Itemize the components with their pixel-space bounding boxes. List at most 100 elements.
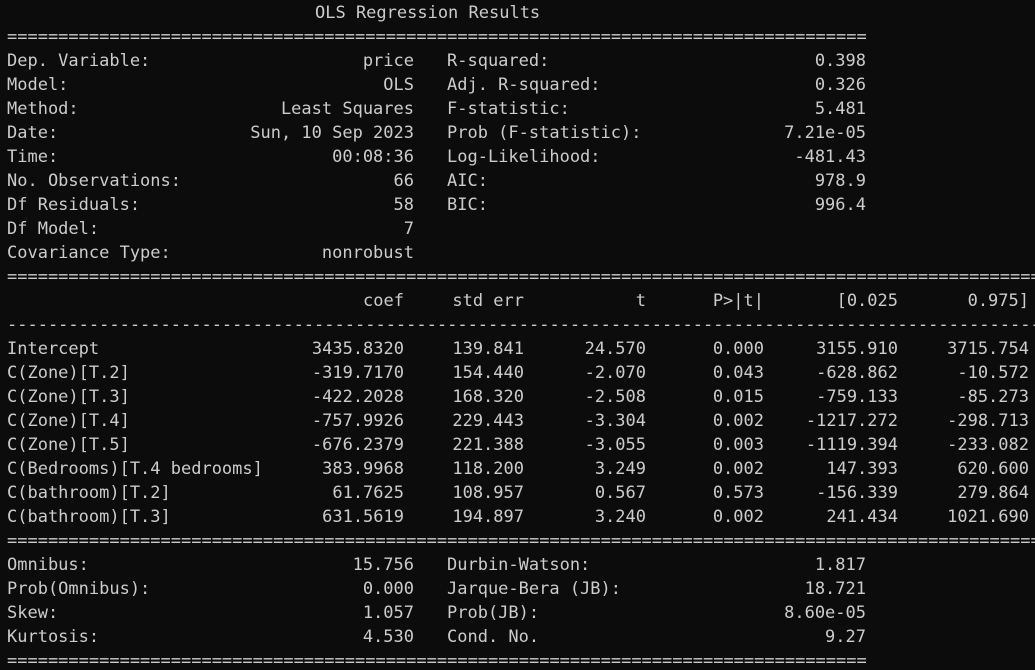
coef-row-cell: 279.864 bbox=[957, 483, 1029, 503]
coef-row-cell: -298.713 bbox=[947, 411, 1029, 431]
coef-column-header: [0.025 bbox=[836, 291, 898, 311]
coef-row-cell: 620.600 bbox=[957, 459, 1029, 479]
coef-row-cell: 0.002 bbox=[712, 411, 764, 431]
summary-right-value: 0.398 bbox=[814, 51, 866, 71]
summary-right-label: AIC: bbox=[447, 171, 488, 191]
summary-left-value: 58 bbox=[393, 195, 414, 215]
coef-row-cell: 3.249 bbox=[594, 459, 646, 479]
summary-left-value: price bbox=[362, 51, 414, 71]
diagnostic-left-value: 0.000 bbox=[362, 579, 414, 599]
double-rule-top: ========================================… bbox=[7, 27, 867, 47]
coef-row-cell: 24.570 bbox=[584, 339, 646, 359]
coef-row-cell: -676.2379 bbox=[311, 435, 404, 455]
coef-row-cell: -1119.394 bbox=[805, 435, 898, 455]
summary-left-value: OLS bbox=[383, 75, 414, 95]
coef-row-cell: -757.9926 bbox=[311, 411, 404, 431]
summary-left-label: Method: bbox=[7, 99, 79, 119]
coef-row-cell: 229.443 bbox=[452, 411, 524, 431]
coef-row-cell: -319.7170 bbox=[311, 363, 404, 383]
coef-row-cell: 0.003 bbox=[712, 435, 764, 455]
results-title: OLS Regression Results bbox=[315, 3, 541, 23]
coef-row-cell: 0.573 bbox=[712, 483, 764, 503]
coef-row-term: Intercept bbox=[7, 339, 100, 359]
coef-row-cell: 154.440 bbox=[452, 363, 524, 383]
coef-row-term: C(bathroom)[T.3] bbox=[7, 507, 171, 527]
coef-row-cell: 3.240 bbox=[594, 507, 646, 527]
coef-column-header: 0.975] bbox=[967, 291, 1029, 311]
coef-row-cell: 3715.754 bbox=[947, 339, 1029, 359]
coef-row-cell: -759.133 bbox=[816, 387, 898, 407]
summary-left-value: Sun, 10 Sep 2023 bbox=[250, 123, 414, 143]
double-rule-coef-bottom: ========================================… bbox=[7, 531, 1035, 551]
coef-column-header: t bbox=[635, 291, 646, 311]
summary-left-label: Dep. Variable: bbox=[7, 51, 151, 71]
diagnostic-left-label: Prob(Omnibus): bbox=[7, 579, 151, 599]
summary-left-value: 66 bbox=[393, 171, 414, 191]
diagnostic-right-value: 9.27 bbox=[825, 627, 866, 647]
coef-row-cell: 194.897 bbox=[452, 507, 524, 527]
summary-left-label: Date: bbox=[7, 123, 59, 143]
coef-row-term: C(Zone)[T.4] bbox=[7, 411, 130, 431]
coef-row-cell: -628.862 bbox=[816, 363, 898, 383]
coef-row-cell: -3.304 bbox=[584, 411, 646, 431]
summary-left-label: Time: bbox=[7, 147, 59, 167]
coef-row-cell: 0.000 bbox=[712, 339, 764, 359]
double-rule-coef-top: ========================================… bbox=[7, 267, 1035, 287]
coef-row-cell: -10.572 bbox=[957, 363, 1029, 383]
coef-row-cell: 3155.910 bbox=[816, 339, 898, 359]
summary-right-value: -481.43 bbox=[794, 147, 866, 167]
summary-left-value: 7 bbox=[403, 219, 414, 239]
summary-right-value: 7.21e-05 bbox=[784, 123, 866, 143]
summary-left-label: Df Model: bbox=[7, 219, 100, 239]
coef-row-cell: -422.2028 bbox=[311, 387, 404, 407]
coef-row-cell: 631.5619 bbox=[322, 507, 404, 527]
diagnostic-right-label: Jarque-Bera (JB): bbox=[447, 579, 621, 599]
diagnostic-left-value: 1.057 bbox=[362, 603, 414, 623]
coef-row-cell: 0.015 bbox=[712, 387, 764, 407]
coef-row-cell: 241.434 bbox=[826, 507, 898, 527]
coef-row-cell: 0.002 bbox=[712, 459, 764, 479]
diagnostic-left-value: 4.530 bbox=[362, 627, 414, 647]
summary-left-value: Least Squares bbox=[280, 99, 414, 119]
coef-row-cell: 383.9968 bbox=[322, 459, 404, 479]
coef-row-cell: 118.200 bbox=[452, 459, 524, 479]
coef-row-term: C(Bedrooms)[T.4 bedrooms] bbox=[7, 459, 263, 479]
summary-right-value: 5.481 bbox=[814, 99, 866, 119]
coef-row-cell: -2.070 bbox=[584, 363, 646, 383]
diagnostic-right-value: 8.60e-05 bbox=[784, 603, 866, 623]
diagnostic-right-label: Cond. No. bbox=[447, 627, 540, 647]
coef-row-cell: 0.567 bbox=[594, 483, 646, 503]
summary-left-value: 00:08:36 bbox=[332, 147, 414, 167]
coef-row-term: C(Zone)[T.2] bbox=[7, 363, 130, 383]
diagnostic-right-value: 1.817 bbox=[814, 555, 866, 575]
coef-row-cell: -2.508 bbox=[584, 387, 646, 407]
coef-column-header: coef bbox=[363, 291, 404, 311]
coef-row-cell: 1021.690 bbox=[947, 507, 1029, 527]
coef-row-cell: -3.055 bbox=[584, 435, 646, 455]
coef-row-cell: 3435.8320 bbox=[311, 339, 404, 359]
coef-row-cell: 0.043 bbox=[712, 363, 764, 383]
coef-row-cell: 139.841 bbox=[452, 339, 524, 359]
diagnostic-right-value: 18.721 bbox=[804, 579, 866, 599]
summary-right-label: R-squared: bbox=[447, 51, 550, 71]
coef-row-cell: 168.320 bbox=[452, 387, 524, 407]
coef-row-cell: -85.273 bbox=[957, 387, 1029, 407]
coef-column-header: P>|t| bbox=[712, 291, 764, 311]
coef-row-cell: 61.7625 bbox=[332, 483, 404, 503]
summary-right-value: 0.326 bbox=[814, 75, 866, 95]
coef-row-cell: -1217.272 bbox=[805, 411, 898, 431]
diagnostic-right-label: Durbin-Watson: bbox=[447, 555, 591, 575]
summary-left-label: Covariance Type: bbox=[7, 243, 171, 263]
summary-right-value: 996.4 bbox=[814, 195, 866, 215]
summary-left-label: Df Residuals: bbox=[7, 195, 141, 215]
summary-right-label: F-statistic: bbox=[447, 99, 570, 119]
summary-left-label: Model: bbox=[7, 75, 69, 95]
summary-left-value: nonrobust bbox=[321, 243, 414, 263]
coef-row-cell: 147.393 bbox=[826, 459, 898, 479]
diagnostic-right-label: Prob(JB): bbox=[447, 603, 540, 623]
terminal-window[interactable]: OLS Regression Results =================… bbox=[0, 0, 1035, 670]
diagnostic-left-label: Omnibus: bbox=[7, 555, 89, 575]
diagnostic-left-value: 15.756 bbox=[352, 555, 414, 575]
coef-row-cell: -156.339 bbox=[816, 483, 898, 503]
summary-right-label: Log-Likelihood: bbox=[447, 147, 601, 167]
